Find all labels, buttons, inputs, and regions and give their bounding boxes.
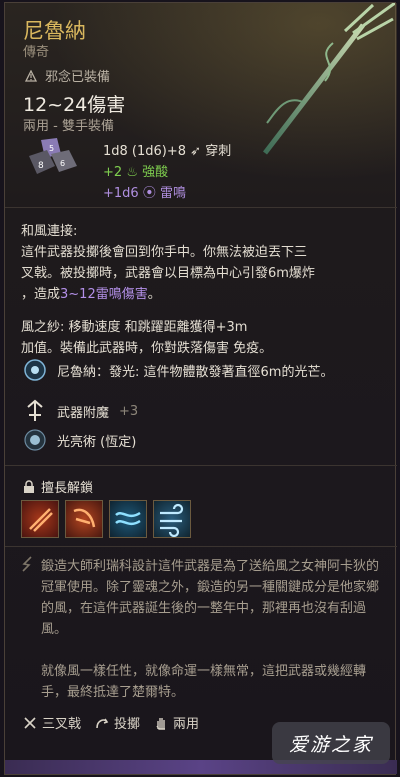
divider [5, 546, 397, 547]
acid-damage: +2 ♨ 強酸 [103, 161, 168, 180]
dice-icon: 5 8 6 [29, 138, 77, 174]
enchant-bonus: +3 [119, 403, 139, 419]
passive-line: ，造成3~12雷鳴傷害。 [21, 284, 383, 305]
lore-paragraph: 鍛造大師利瑞科設計這件武器是為了送給風之女神阿卡狄的冠軍使用。除了靈魂之外，鍛造… [41, 559, 380, 637]
proficiency-unlock-title: 擅長解鎖 [23, 477, 93, 496]
tag-label: 投擲 [114, 717, 141, 732]
divider [5, 465, 397, 466]
passive-title: 和風連接: [21, 224, 78, 239]
piercing-label: 穿刺 [205, 144, 232, 159]
wind-veil-line: 風之紗: 移動速度 和跳躍距離獲得+3m [21, 320, 248, 335]
warning-icon [25, 69, 37, 82]
watermark: 爱游之家 [272, 722, 390, 764]
thunder-label: 雷鳴 [159, 186, 186, 201]
wave-skill-icon [115, 511, 141, 526]
ability-label: 光亮術 (恆定) [57, 434, 137, 450]
ability-label: 尼魯納：發光: 這件物體散發著直徑6m的光芒。 [57, 364, 334, 380]
tag-label: 兩用 [173, 717, 200, 732]
acid-icon: ♨ [126, 165, 138, 180]
ability-light-spell[interactable]: 光亮術 (恆定) [23, 428, 136, 452]
trident-image [263, 3, 395, 155]
cursed-label: 邪念已裝備 [45, 70, 111, 85]
unlock-label: 擅長解鎖 [41, 481, 94, 496]
svg-text:5: 5 [49, 144, 54, 153]
passive-text: ，造成 [21, 287, 61, 302]
thunder-damage-highlight: 3~12雷鳴傷害 [60, 287, 148, 302]
tag-label: 三叉戟 [42, 717, 82, 732]
wind-veil-line: 加值。裝備此武器時，你對跌落傷害 免疫。 [21, 341, 273, 356]
lore-text: 鍛造大師利瑞科設計這件武器是為了送給風之女神阿卡狄的冠軍使用。除了靈魂之外，鍛造… [41, 556, 387, 724]
throw-icon [96, 718, 109, 728]
passive-line: 這件武器投擲後會回到你手中。你無法被迫丟下三 [21, 245, 308, 260]
item-tooltip: 尼魯納 傳奇 邪念已裝備 12~24傷害 兩用 - 雙手裝備 5 8 6 1d8… [4, 2, 397, 775]
thunder-damage: +1d6 ⦿ 雷鳴 [103, 182, 186, 201]
passive-line: 叉戟。被投擲時，武器會以目標為中心引發6m爆炸 [21, 266, 315, 281]
glow-icon [24, 359, 46, 381]
acid-value: +2 [103, 165, 123, 180]
skill-slot-4[interactable] [153, 500, 191, 538]
tag-trident: 三叉戟 [23, 713, 81, 732]
base-damage-dice: 1d8 (1d6)+8 [103, 144, 187, 159]
wind-skill-icon [160, 503, 184, 538]
thunder-value: +1d6 [103, 186, 139, 201]
svg-text:6: 6 [60, 159, 65, 168]
svg-text:8: 8 [38, 161, 44, 171]
thunder-icon: ⦿ [142, 186, 156, 201]
passive-description: 和風連接: 這件武器投擲後會回到你手中。你無法被迫丟下三 叉戟。被投擲時，武器會… [21, 221, 383, 359]
trident-icon [24, 716, 36, 729]
item-rarity: 傳奇 [23, 45, 50, 60]
handedness: 兩用 - 雙手裝備 [23, 119, 114, 134]
light-spell-icon [24, 429, 46, 451]
passive-text: 。 [147, 287, 161, 302]
lock-icon [24, 479, 34, 493]
skill-slot-1[interactable] [21, 500, 59, 538]
cursed-status: 邪念已裝備 [25, 66, 110, 85]
strike-skill-icon [73, 508, 96, 528]
lore-quote-icon [22, 556, 32, 572]
skill-slot-2[interactable] [65, 500, 103, 538]
base-damage: 1d8 (1d6)+8 ➶ 穿刺 [103, 140, 231, 159]
ability-light[interactable]: 尼魯納：發光: 這件物體散發著直徑6m的光芒。 [23, 358, 333, 382]
piercing-icon: ➶ [190, 144, 202, 159]
slash-skill-icon [29, 508, 53, 532]
hand-icon [156, 717, 166, 730]
weapon-tags: 三叉戟 投擲 兩用 [23, 713, 199, 732]
skill-slot-3[interactable] [109, 500, 147, 538]
tag-versatile: 兩用 [154, 713, 199, 732]
ability-enchant[interactable]: 武器附魔 +3 [23, 399, 138, 423]
divider [5, 207, 397, 208]
acid-label: 強酸 [142, 165, 169, 180]
damage-range: 12~24傷害 [23, 94, 126, 116]
lore-paragraph: 就像風一樣任性，就像命運一樣無常，這把武器或幾經轉手，最終抵達了楚爾特。 [41, 664, 367, 700]
tag-thrown: 投擲 [95, 713, 140, 732]
ability-label: 武器附魔 [57, 405, 110, 421]
weapon-enchant-icon [27, 399, 43, 421]
